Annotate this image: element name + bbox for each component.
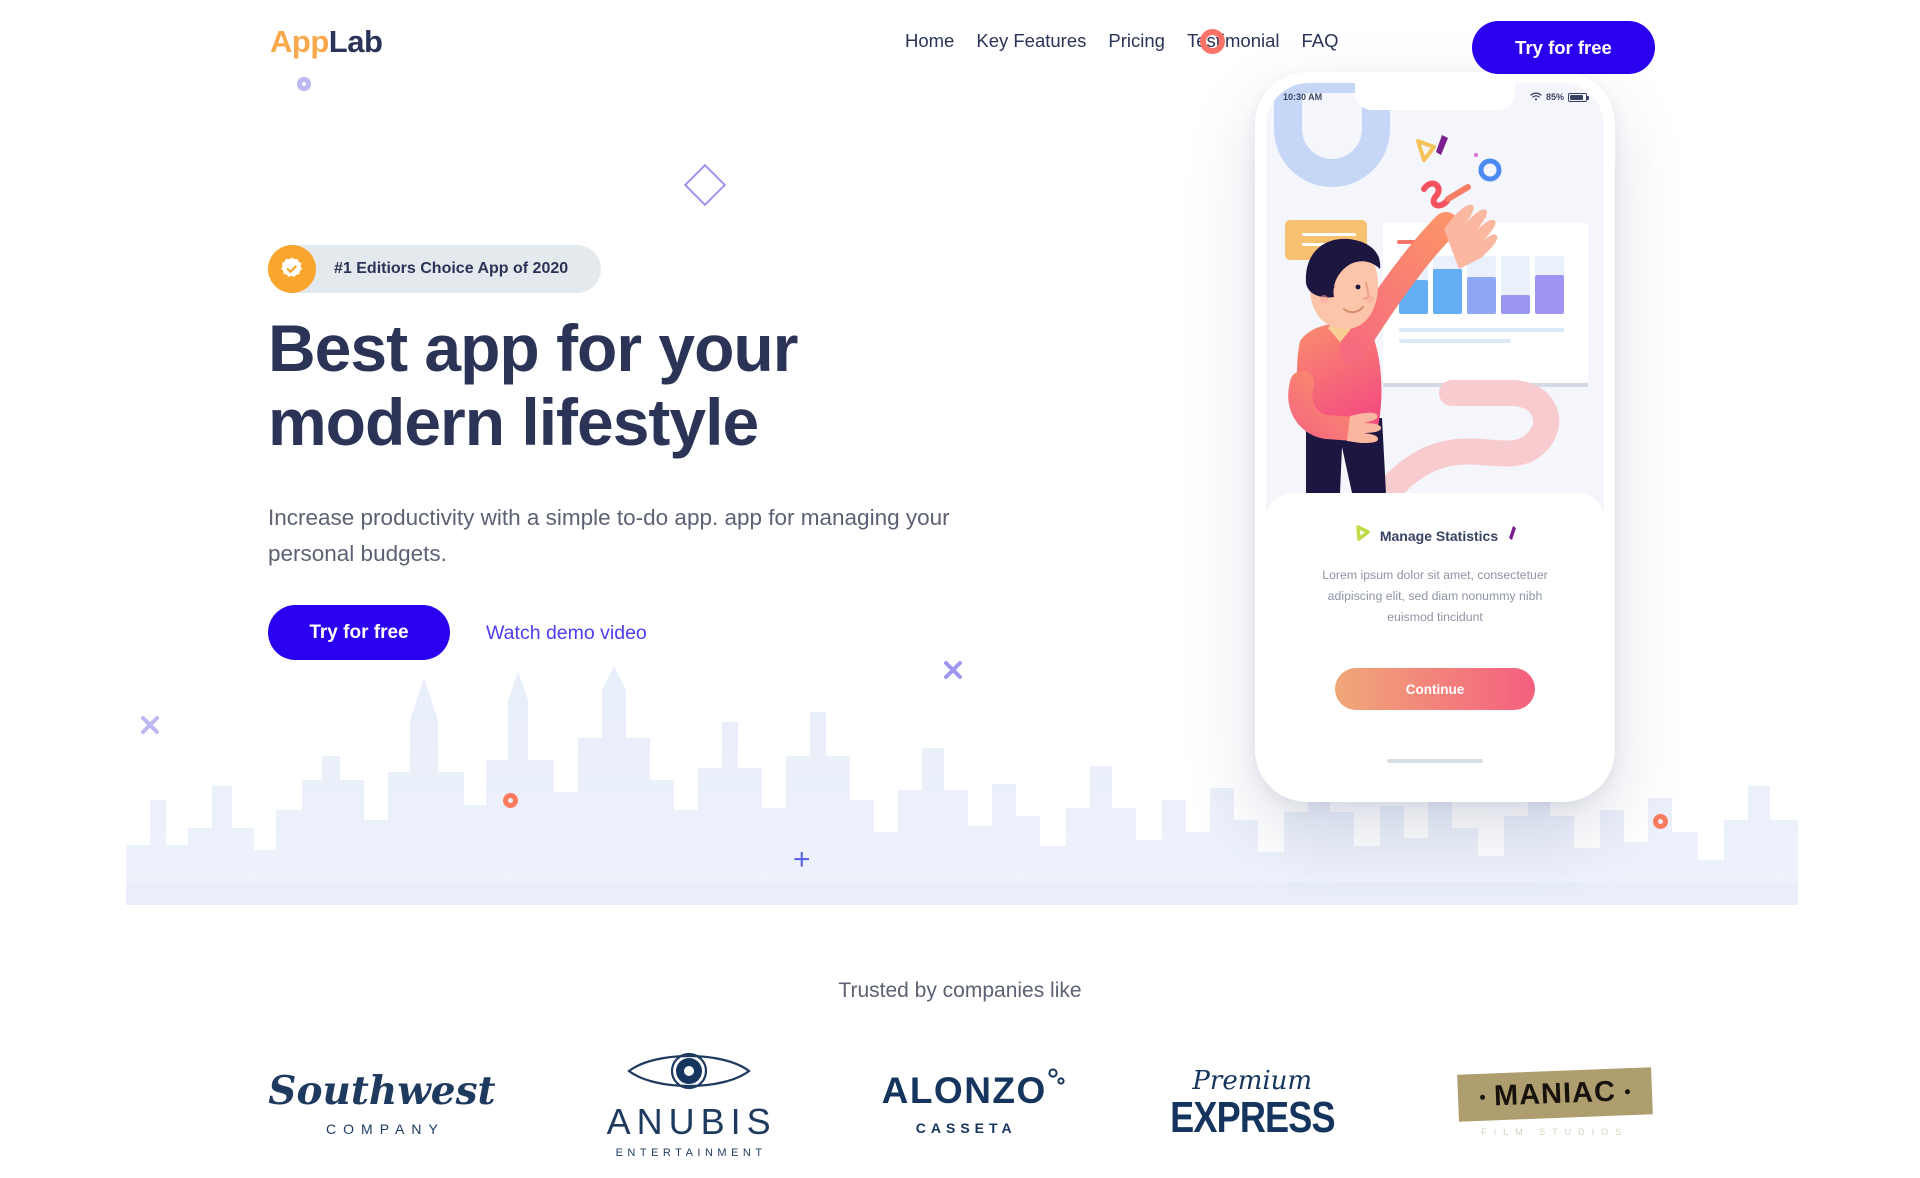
company-logo-premium-script: Premium [1192, 1066, 1313, 1096]
maniac-dot-right [1624, 1089, 1630, 1095]
phone-content-card: Manage Statistics Lorem ipsum dolor sit … [1266, 493, 1604, 791]
company-logo-anubis: ANUBIS ENTERTAINMENT [601, 1049, 777, 1159]
hero-subtitle: Increase productivity with a simple to-d… [268, 505, 950, 566]
company-logo-anubis-main: ANUBIS [606, 1101, 777, 1142]
company-logo-southwest-sub: COMPANY [326, 1120, 445, 1137]
trusted-by-label: Trusted by companies like [838, 979, 1082, 1002]
bubbles-icon [1045, 1061, 1067, 1098]
purple-dash-icon [1506, 523, 1518, 548]
hero-try-for-free-button[interactable]: Try for free [268, 605, 450, 660]
trusted-by-section: Trusted by companies like Southwest COMP… [0, 980, 1920, 1159]
company-logo-express-main: EXPRESS [1169, 1093, 1336, 1142]
decorative-ring-icon [1200, 29, 1225, 54]
phone-continue-button[interactable]: Continue [1335, 668, 1535, 710]
company-logo-alonzo: ALONZO CASSETA [881, 1049, 1065, 1159]
nav-item-home[interactable]: Home [905, 28, 954, 55]
company-logo-premium-express: Premium EXPRESS [1152, 1049, 1353, 1159]
decorative-diamond-icon [683, 163, 727, 207]
hero-title-line2: modern lifestyle [268, 384, 759, 459]
editors-choice-badge: #1 Editiors Choice App of 2020 [268, 245, 602, 293]
company-logo-maniac-sub: FILM STUDIOS [1481, 1127, 1629, 1137]
company-logo-alonzo-main: ALONZO [881, 1068, 1065, 1111]
phone-card-title: Manage Statistics [1379, 527, 1499, 544]
nav-item-pricing[interactable]: Pricing [1108, 28, 1165, 55]
verified-badge-icon [268, 245, 316, 293]
maniac-plaque: MANIAC [1456, 1067, 1653, 1122]
decorative-orange-ring-icon-left [503, 793, 518, 808]
phone-home-indicator [1387, 759, 1483, 763]
phone-mockup: 10:30 AM 85% Manage Statistics Lorem ips… [1255, 72, 1615, 802]
page-title: Best app for your modern lifestyle [268, 311, 988, 460]
decorative-plus-icon: + [793, 843, 811, 876]
watch-demo-video-link[interactable]: Watch demo video [486, 622, 647, 645]
company-logo-maniac-main: MANIAC [1493, 1075, 1617, 1113]
phone-card-header: Manage Statistics [1266, 523, 1604, 548]
company-logo-maniac: MANIAC FILM STUDIOS [1456, 1049, 1653, 1159]
nav-item-key-features[interactable]: Key Features [976, 28, 1086, 55]
landing-page: AppLab Home Key Features Pricing Testimo… [0, 0, 1920, 1178]
company-logo-anubis-sub: ENTERTAINMENT [615, 1147, 767, 1159]
phone-illustration [1266, 83, 1604, 493]
company-logo-southwest-main: Southwest [268, 1067, 496, 1114]
phone-card-body: Lorem ipsum dolor sit amet, consectetuer… [1322, 568, 1548, 625]
company-logo-alonzo-sub: CASSETA [915, 1120, 1017, 1136]
main-navigation: Home Key Features Pricing Testimonial FA… [905, 28, 1339, 55]
company-logos-row: Southwest COMPANY ANUBIS ENTERTAINMENT A… [0, 1049, 1920, 1159]
maniac-dot-left [1479, 1094, 1485, 1100]
hero-title-line1: Best app for your [268, 311, 798, 385]
decorative-x-icon-right [943, 660, 963, 680]
green-triangle-icon [1352, 523, 1372, 548]
phone-screen: 10:30 AM 85% Manage Statistics Lorem ips… [1266, 83, 1604, 791]
brand-logo-part2: Lab [328, 24, 383, 59]
decorative-orange-ring-icon-right [1653, 814, 1668, 829]
header-try-for-free-button[interactable]: Try for free [1472, 21, 1655, 74]
site-header: AppLab Home Key Features Pricing Testimo… [0, 0, 1920, 96]
brand-logo-part1: App [270, 24, 329, 59]
nav-item-faq[interactable]: FAQ [1302, 28, 1339, 55]
hero-section: + #1 Editiors Choice App of 2020 Best ap… [0, 0, 1920, 910]
editors-choice-badge-label: #1 Editiors Choice App of 2020 [334, 260, 569, 277]
decorative-x-icon-left [140, 715, 160, 735]
eye-icon [625, 1049, 753, 1098]
company-logo-southwest: Southwest COMPANY [268, 1049, 495, 1159]
company-logo-alonzo-text: ALONZO [881, 1070, 1047, 1111]
brand-logo[interactable]: AppLab [270, 24, 383, 59]
